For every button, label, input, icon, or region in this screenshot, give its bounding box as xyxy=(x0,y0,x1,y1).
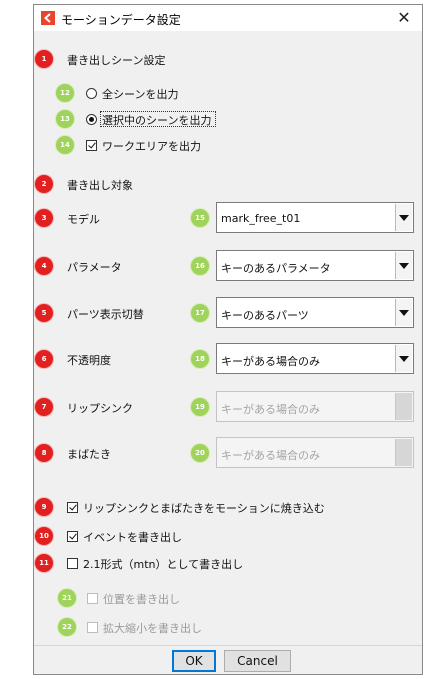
dialog-title: モーションデータ設定 xyxy=(61,13,181,27)
label-lipsync: リップシンク xyxy=(67,402,133,415)
ok-button[interactable]: OK xyxy=(172,650,216,672)
check-mark-icon xyxy=(88,140,96,149)
label-opacity: 不透明度 xyxy=(67,354,111,367)
badge-17: 17 xyxy=(191,304,209,322)
label-work-area[interactable]: ワークエリアを出力 xyxy=(102,138,201,154)
radio-selected-dot xyxy=(89,117,94,122)
blink-dropdown-button xyxy=(395,439,412,466)
model-select-value: mark_free_t01 xyxy=(221,212,301,225)
chevron-down-icon xyxy=(399,310,409,316)
blink-select-value: キーがある場合のみ xyxy=(221,449,320,462)
badge-20: 20 xyxy=(191,444,209,462)
label-selected-scenes[interactable]: 選択中のシーンを出力 xyxy=(102,112,211,128)
parameters-select-value: キーのあるパラメータ xyxy=(221,262,331,275)
checkbox-export-events[interactable] xyxy=(67,531,78,542)
badge-18: 18 xyxy=(191,350,209,368)
badge-2: 2 xyxy=(35,175,53,193)
badge-9: 9 xyxy=(35,498,53,516)
export-scene-heading: 書き出しシーン設定 xyxy=(67,54,166,67)
check-mark-icon xyxy=(69,502,77,511)
title-bar: モーションデータ設定 ✕ xyxy=(34,5,422,31)
parameters-dropdown-button[interactable] xyxy=(395,252,412,279)
radio-selected-scenes[interactable] xyxy=(86,114,97,125)
opacity-select-value: キーがある場合のみ xyxy=(221,355,320,368)
badge-13: 13 xyxy=(56,110,74,128)
label-export-events[interactable]: イベントを書き出し xyxy=(83,529,182,545)
chevron-down-icon xyxy=(399,356,409,362)
badge-16: 16 xyxy=(191,257,209,275)
parts-select-value: キーのあるパーツ xyxy=(221,309,309,322)
badge-3: 3 xyxy=(35,209,53,227)
badge-12: 12 xyxy=(56,84,74,102)
app-logo-icon xyxy=(41,11,55,25)
model-dropdown-button[interactable] xyxy=(395,204,412,231)
cancel-button[interactable]: Cancel xyxy=(224,650,291,672)
opacity-select[interactable]: キーがある場合のみ xyxy=(216,343,414,374)
badge-1: 1 xyxy=(35,50,53,68)
close-button[interactable]: ✕ xyxy=(394,8,414,28)
check-mark-icon xyxy=(69,531,77,540)
footer-divider xyxy=(34,645,422,646)
label-model: モデル xyxy=(67,213,100,226)
label-blink: まばたき xyxy=(67,448,111,461)
radio-all-scenes[interactable] xyxy=(86,88,97,99)
label-parameters: パラメータ xyxy=(67,261,122,274)
badge-21: 21 xyxy=(58,589,76,607)
chevron-down-icon xyxy=(399,215,409,221)
model-select[interactable]: mark_free_t01 xyxy=(216,202,414,233)
badge-4: 4 xyxy=(35,257,53,275)
badge-5: 5 xyxy=(35,304,53,322)
parts-dropdown-button[interactable] xyxy=(395,299,412,326)
label-export-mtn[interactable]: 2.1形式（mtn）として書き出し xyxy=(83,556,243,572)
lipsync-select-value: キーがある場合のみ xyxy=(221,403,320,416)
badge-8: 8 xyxy=(35,444,53,462)
checkbox-bake-lipsync-blink[interactable] xyxy=(67,502,78,513)
label-export-position: 位置を書き出し xyxy=(103,593,180,606)
checkbox-export-mtn[interactable] xyxy=(67,558,78,569)
badge-6: 6 xyxy=(35,350,53,368)
checkbox-export-position xyxy=(87,593,98,604)
badge-14: 14 xyxy=(56,136,74,154)
chevron-down-icon xyxy=(399,263,409,269)
checkbox-export-scale xyxy=(87,622,98,633)
motion-data-settings-dialog: モーションデータ設定 ✕ 1 書き出しシーン設定 12 全シーンを出力 13 選… xyxy=(33,4,423,675)
opacity-dropdown-button[interactable] xyxy=(395,345,412,372)
parameters-select[interactable]: キーのあるパラメータ xyxy=(216,250,414,281)
label-bake-lipsync-blink[interactable]: リップシンクとまばたきをモーションに焼き込む xyxy=(83,500,325,516)
parts-select[interactable]: キーのあるパーツ xyxy=(216,297,414,328)
badge-15: 15 xyxy=(191,209,209,227)
badge-22: 22 xyxy=(58,618,76,636)
badge-10: 10 xyxy=(35,527,53,545)
badge-11: 11 xyxy=(35,554,53,572)
close-icon: ✕ xyxy=(397,8,411,27)
lipsync-dropdown-button xyxy=(395,393,412,420)
lipsync-select: キーがある場合のみ xyxy=(216,391,414,422)
checkbox-work-area[interactable] xyxy=(86,140,97,151)
label-all-scenes[interactable]: 全シーンを出力 xyxy=(102,86,178,102)
badge-7: 7 xyxy=(35,398,53,416)
label-export-scale: 拡大縮小を書き出し xyxy=(103,622,202,635)
label-parts-visibility: パーツ表示切替 xyxy=(67,308,144,321)
export-targets-heading: 書き出し対象 xyxy=(67,179,133,192)
badge-19: 19 xyxy=(191,398,209,416)
blink-select: キーがある場合のみ xyxy=(216,437,414,468)
